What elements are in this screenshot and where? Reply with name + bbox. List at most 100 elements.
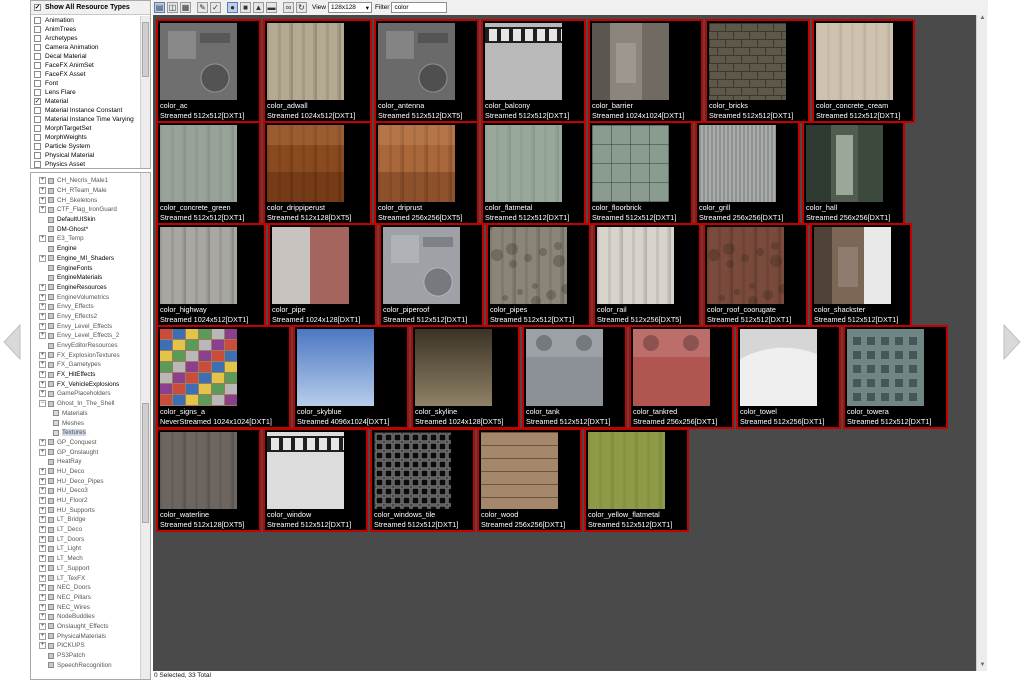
tree-package-item[interactable]: + FX_HitEffects (31, 370, 142, 380)
texture-thumbnail[interactable]: color_grill Streamed 256x256[DXT1] (695, 121, 800, 225)
expand-icon[interactable]: + (39, 593, 46, 601)
expand-icon[interactable]: + (39, 390, 46, 398)
texture-thumbnail[interactable]: color_pipes Streamed 512x512[DXT1] (486, 223, 591, 327)
texture-thumbnail[interactable]: color_rail Streamed 512x256[DXT5] (593, 223, 701, 327)
texture-thumbnail[interactable]: color_waterline Streamed 512x128[DXT5] (156, 428, 261, 532)
texture-thumbnail[interactable]: color_barrier Streamed 1024x1024[DXT1] (588, 19, 703, 123)
next-arrow-icon[interactable] (1000, 322, 1024, 362)
checkbox-icon[interactable] (34, 161, 41, 168)
texture-thumbnail[interactable]: color_shackster Streamed 512x512[DXT1] (810, 223, 912, 327)
resource-type-item[interactable]: FaceFX AnimSet (31, 61, 141, 70)
texture-thumbnail[interactable]: color_towera Streamed 512x512[DXT1] (843, 325, 948, 429)
tree-package-item[interactable]: HeatRay (31, 457, 142, 467)
tree-package-item[interactable]: + CH_Necris_Male1 (31, 176, 142, 186)
tree-package-item[interactable]: + GamePlaceholders (31, 389, 142, 399)
resource-type-item[interactable]: Physical Material (31, 151, 141, 160)
tree-package-item[interactable]: DM-Ghost* (31, 224, 142, 234)
expand-icon[interactable]: + (39, 196, 46, 204)
expand-icon[interactable]: + (39, 361, 46, 369)
resource-type-item[interactable]: Font (31, 79, 141, 88)
expand-icon[interactable]: + (39, 632, 46, 640)
expand-icon[interactable]: + (39, 574, 46, 582)
checkbox-icon[interactable] (34, 71, 41, 78)
texture-thumbnail[interactable]: color_adwall Streamed 1024x512[DXT1] (263, 19, 372, 123)
checkbox-icon[interactable]: ✓ (34, 98, 41, 105)
checkbox-icon[interactable] (34, 26, 41, 33)
texture-thumbnail[interactable]: color_window Streamed 512x512[DXT1] (263, 428, 368, 532)
expand-icon[interactable]: + (39, 177, 46, 185)
expand-icon[interactable]: + (39, 535, 46, 543)
expand-icon[interactable]: + (39, 254, 46, 262)
texture-thumbnail[interactable]: color_windows_tile Streamed 512x512[DXT1] (370, 428, 475, 532)
expand-icon[interactable]: + (39, 555, 46, 563)
tree-package-item[interactable]: + EngineVolumetrics (31, 292, 142, 302)
expand-icon[interactable]: + (39, 487, 46, 495)
resource-type-item[interactable]: Physics Asset (31, 160, 141, 168)
tree-package-item[interactable]: + E3_Temp (31, 234, 142, 244)
tree-package-item[interactable]: + FX_Gametypes (31, 360, 142, 370)
cube-preview-icon[interactable]: ■ (240, 2, 251, 13)
tree-package-item[interactable]: + FX_ExplosionTextures (31, 350, 142, 360)
package-tree-scrollbar[interactable] (140, 173, 150, 679)
tree-package-item[interactable]: + Onslaught_Effects (31, 622, 142, 632)
tree-package-item[interactable]: + NEC_Doors (31, 583, 142, 593)
resource-type-item[interactable]: Lens Flare (31, 88, 141, 97)
checkbox-icon[interactable] (34, 143, 41, 150)
expand-icon[interactable]: + (39, 622, 46, 630)
expand-icon[interactable]: + (39, 545, 46, 553)
tree-package-item[interactable]: + HU_Deco3 (31, 486, 142, 496)
texture-thumbnail[interactable]: color_piperoof Streamed 512x512[DXT1] (379, 223, 484, 327)
resource-type-item[interactable]: MorphWeights (31, 133, 141, 142)
view-size-dropdown[interactable]: 128x128 ▾ (327, 2, 372, 13)
texture-thumbnail[interactable]: color_concrete_green Streamed 512x512[DXT… (156, 121, 261, 225)
expand-icon[interactable]: + (39, 564, 46, 572)
checkbox-icon[interactable] (34, 152, 41, 159)
checkbox-icon[interactable] (34, 116, 41, 123)
texture-thumbnail[interactable]: color_pipe Streamed 1024x128[DXT1] (268, 223, 377, 327)
expand-icon[interactable]: + (39, 516, 46, 524)
cylinder-preview-icon[interactable]: ▲ (253, 2, 264, 13)
tree-package-item[interactable]: + LT_Deco (31, 525, 142, 535)
texture-thumbnail[interactable]: color_highway Streamed 1024x512[DXT1] (156, 223, 266, 327)
expand-icon[interactable]: + (39, 526, 46, 534)
tree-package-item[interactable]: + PICKUPS (31, 641, 142, 651)
resource-type-item[interactable]: Archetypes (31, 34, 141, 43)
texture-thumbnail[interactable]: color_floorbrick Streamed 512x512[DXT1] (588, 121, 693, 225)
tree-package-item[interactable]: + Engine_MI_Shaders (31, 254, 142, 264)
texture-thumbnail[interactable]: color_flatmetal Streamed 512x512[DXT1] (481, 121, 586, 225)
tree-package-item[interactable]: + HU_Deco_Pipes (31, 476, 142, 486)
tree-package-item[interactable]: + Envy_Effects2 (31, 312, 142, 322)
resource-type-item[interactable]: Material Instance Time Varying (31, 115, 141, 124)
sphere-preview-icon[interactable]: ● (227, 2, 238, 13)
sync-arrows-icon[interactable]: ↻ (296, 2, 307, 13)
expand-icon[interactable]: + (39, 187, 46, 195)
tree-package-item[interactable]: + NEC_Pillars (31, 593, 142, 603)
expand-icon[interactable]: + (39, 506, 46, 514)
tree-package-item[interactable]: EngineFonts (31, 263, 142, 273)
tree-package-item[interactable]: + NEC_Wires (31, 602, 142, 612)
expand-icon[interactable]: + (39, 467, 46, 475)
checkbox-icon[interactable] (34, 53, 41, 60)
expand-icon[interactable]: + (39, 438, 46, 446)
texture-thumbnail[interactable]: color_wood Streamed 256x256[DXT1] (477, 428, 582, 532)
tree-package-item[interactable]: DefaultUISkin (31, 215, 142, 225)
texture-thumbnail[interactable]: color_hall Streamed 256x256[DXT1] (802, 121, 905, 225)
resource-type-item[interactable]: Camera Animation (31, 43, 141, 52)
expand-icon[interactable]: + (39, 206, 46, 214)
expand-icon[interactable]: + (39, 283, 46, 291)
expand-icon[interactable]: + (39, 497, 46, 505)
checkbox-icon[interactable] (34, 134, 41, 141)
expand-icon[interactable]: + (39, 312, 46, 320)
tree-package-item[interactable]: EngineMaterials (31, 273, 142, 283)
refresh-tool-icon[interactable]: ✎ (197, 2, 208, 13)
texture-thumbnail[interactable]: color_balcony Streamed 512x512[DXT1] (481, 19, 586, 123)
tree-package-item[interactable]: + GP_Onslaught (31, 447, 142, 457)
tree-child-item[interactable]: Meshes (31, 418, 142, 428)
texture-thumbnail[interactable]: color_ac Streamed 512x512[DXT1] (156, 19, 261, 123)
expand-icon[interactable]: + (39, 371, 46, 379)
tree-package-item[interactable]: Engine (31, 244, 142, 254)
resource-type-item[interactable]: ✓ Material (31, 97, 141, 106)
texture-thumbnail[interactable]: color_bricks Streamed 512x512[DXT1] (705, 19, 810, 123)
thumbnail-grid-scrollbar[interactable]: ▲ ▼ (976, 15, 987, 671)
checkbox-icon[interactable] (34, 17, 41, 24)
